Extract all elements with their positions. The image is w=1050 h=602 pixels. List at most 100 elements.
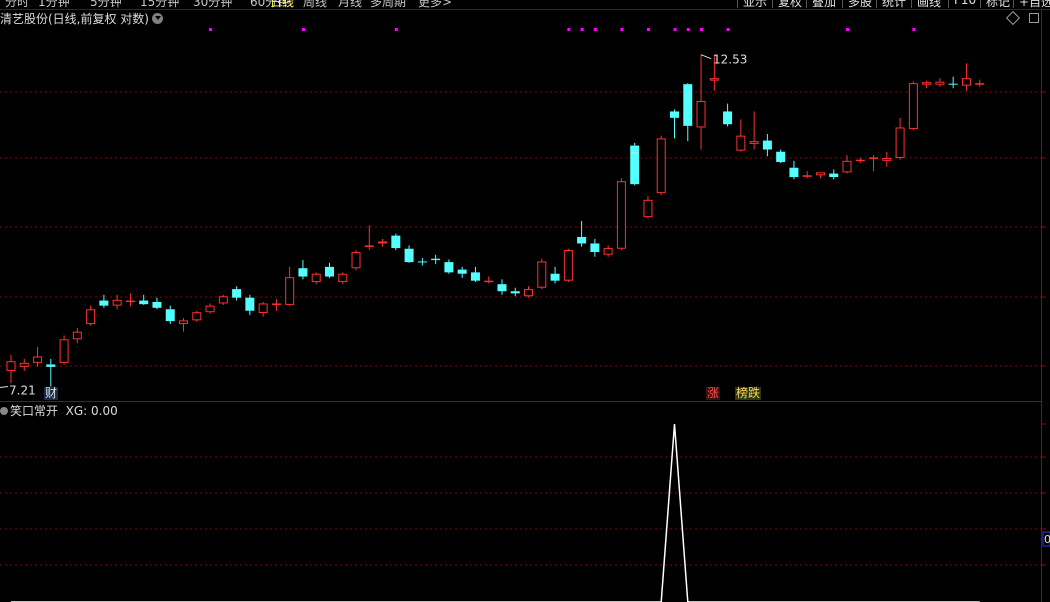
candle-body-36 bbox=[484, 280, 494, 283]
indicator-name: 笑口常开 bbox=[10, 404, 59, 418]
candle-body-29 bbox=[391, 235, 401, 249]
candle-body-15 bbox=[205, 305, 215, 313]
candle-body-42 bbox=[563, 250, 573, 281]
candle-body-58 bbox=[776, 151, 786, 162]
indicator-label: 笑口常开 XG: 0.00 bbox=[0, 402, 118, 419]
candle-body-54 bbox=[723, 111, 733, 125]
indicator-settings-icon[interactable] bbox=[0, 407, 8, 415]
candle-body-66 bbox=[882, 157, 892, 161]
signal-marker-7 bbox=[646, 28, 650, 31]
max-leader bbox=[700, 54, 712, 60]
candle-body-18 bbox=[245, 297, 255, 311]
candle-body-24 bbox=[324, 266, 334, 277]
candle-body-71 bbox=[948, 83, 958, 85]
candle-body-60 bbox=[802, 175, 812, 177]
indicator-value: XG: 0.00 bbox=[65, 404, 118, 418]
candle-body-48 bbox=[643, 199, 653, 218]
candle-body-10 bbox=[139, 300, 149, 305]
candle-body-45 bbox=[603, 248, 613, 255]
candle-body-62 bbox=[829, 173, 839, 178]
candle-body-22 bbox=[298, 268, 308, 277]
candle-body-0 bbox=[6, 361, 16, 371]
candle-body-65 bbox=[869, 157, 879, 159]
candle-body-64 bbox=[855, 159, 865, 162]
signal-marker-13 bbox=[912, 28, 916, 31]
candle-body-73 bbox=[975, 83, 985, 85]
xg-line bbox=[11, 423, 980, 602]
candle-body-20 bbox=[271, 303, 281, 305]
ranking-tag[interactable]: 榜跌 bbox=[735, 387, 762, 400]
candle-body-21 bbox=[285, 277, 295, 305]
candle-body-41 bbox=[550, 273, 560, 281]
candle-body-27 bbox=[364, 245, 374, 247]
candle-body-25 bbox=[338, 273, 348, 283]
candle-body-30 bbox=[404, 248, 414, 263]
candle-body-8 bbox=[112, 299, 122, 306]
candle-body-26 bbox=[351, 252, 361, 269]
candle-body-56 bbox=[749, 141, 759, 144]
candle-body-28 bbox=[378, 241, 388, 244]
candle-body-2 bbox=[33, 356, 43, 363]
candle-body-72 bbox=[961, 78, 971, 86]
candle-body-32 bbox=[431, 258, 441, 261]
candle-body-49 bbox=[656, 138, 666, 194]
candle-body-16 bbox=[218, 296, 228, 304]
candle-body-17 bbox=[232, 289, 242, 298]
candle-body-35 bbox=[470, 272, 480, 281]
signal-marker-5 bbox=[593, 28, 597, 31]
min-leader bbox=[0, 386, 9, 389]
signal-marker-12 bbox=[846, 28, 850, 31]
candle-body-6 bbox=[86, 309, 96, 325]
candle-body-23 bbox=[311, 273, 321, 283]
candle-body-39 bbox=[524, 289, 534, 297]
candle-body-57 bbox=[762, 140, 772, 150]
axis-value-label: 0 bbox=[1044, 533, 1050, 546]
candle-body-34 bbox=[457, 269, 467, 274]
candle-body-50 bbox=[670, 111, 679, 118]
candle-body-47 bbox=[630, 145, 640, 185]
signal-marker-1 bbox=[301, 28, 305, 31]
candle-body-9 bbox=[125, 300, 135, 303]
candle-body-12 bbox=[165, 309, 175, 322]
signal-marker-11 bbox=[726, 28, 730, 31]
candle-body-7 bbox=[99, 300, 109, 306]
candle-body-4 bbox=[59, 339, 69, 363]
candle-body-11 bbox=[152, 301, 162, 308]
signal-marker-10 bbox=[700, 28, 704, 31]
candle-body-70 bbox=[935, 81, 945, 85]
signal-marker-8 bbox=[673, 28, 677, 31]
candle-body-5 bbox=[72, 331, 82, 340]
signal-marker-3 bbox=[567, 28, 571, 31]
signal-marker-2 bbox=[394, 28, 398, 31]
candle-body-38 bbox=[510, 291, 520, 294]
candle-body-13 bbox=[179, 320, 189, 325]
candle-body-1 bbox=[19, 362, 29, 367]
candle-body-46 bbox=[616, 181, 626, 249]
signal-marker-4 bbox=[580, 28, 584, 31]
candle-body-40 bbox=[537, 261, 547, 288]
candle-body-68 bbox=[908, 83, 918, 130]
candle-body-14 bbox=[192, 312, 202, 321]
signal-marker-0 bbox=[209, 28, 213, 31]
finance-tag[interactable]: 财 bbox=[44, 387, 59, 400]
limit-up-tag[interactable]: 涨 bbox=[706, 387, 721, 400]
candle-body-3 bbox=[46, 364, 56, 367]
candle-body-33 bbox=[444, 262, 454, 273]
candle-body-37 bbox=[497, 284, 507, 292]
candle-body-52 bbox=[696, 101, 706, 128]
candle-body-51 bbox=[683, 84, 693, 126]
candle-body-63 bbox=[842, 160, 852, 173]
candle-body-55 bbox=[736, 135, 746, 151]
min-price-label: 7.21 bbox=[9, 384, 36, 398]
candle-body-67 bbox=[895, 127, 905, 158]
candle-body-69 bbox=[922, 82, 932, 85]
candle-body-44 bbox=[590, 243, 600, 253]
max-price-label: 12.53 bbox=[713, 53, 747, 67]
candle-body-53 bbox=[709, 78, 719, 81]
candlestick-chart: 12.53 7.21 0 bbox=[0, 9, 1050, 602]
signal-marker-9 bbox=[686, 28, 690, 31]
signal-marker-6 bbox=[620, 28, 624, 31]
candle-body-61 bbox=[815, 172, 825, 176]
candle-body-59 bbox=[789, 167, 799, 178]
candle-body-19 bbox=[258, 303, 268, 313]
